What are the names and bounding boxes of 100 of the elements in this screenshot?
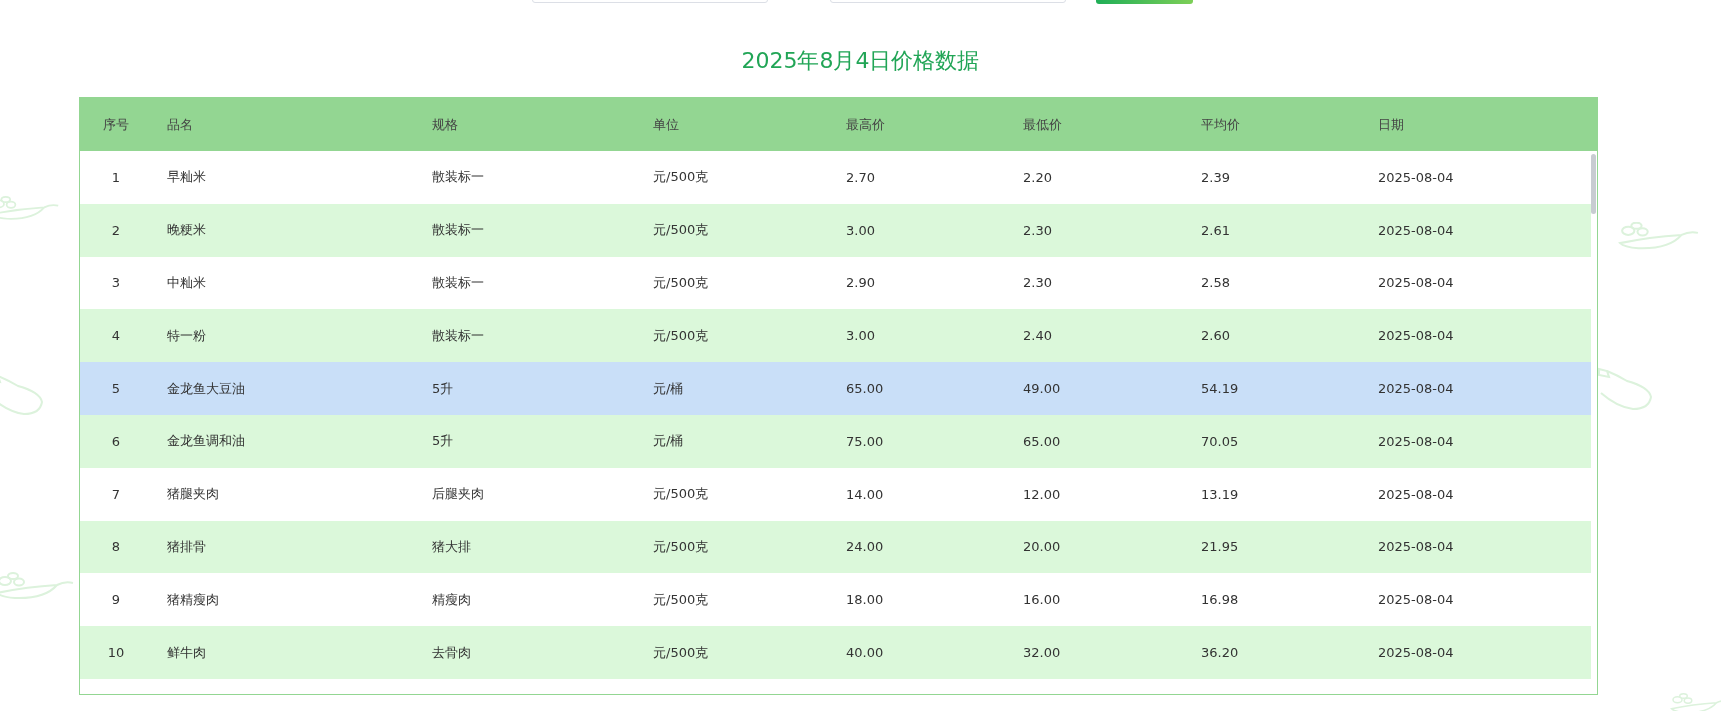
table-cell: 2025-08-04: [1378, 169, 1454, 185]
column-header: 序号: [103, 116, 129, 132]
table-cell: 4: [111, 328, 121, 344]
table-cell: 元/桶: [653, 433, 684, 449]
table-cell: 65.00: [846, 381, 884, 397]
table-cell: 9: [111, 592, 121, 608]
table-cell: 猪腿夹肉: [167, 486, 219, 502]
table-cell: 16.00: [1023, 592, 1061, 608]
table-cell: 21.95: [1201, 539, 1239, 555]
table-cell: 75.00: [846, 433, 884, 449]
table-cell: 去骨肉: [432, 644, 471, 660]
table-cell: 24.00: [846, 539, 884, 555]
table-cell: 中籼米: [167, 275, 206, 290]
table-cell: 晚粳米: [167, 222, 206, 238]
table-cell: 元/500克: [653, 275, 709, 290]
table-cell: 6: [111, 433, 121, 449]
table-cell: 精瘦肉: [432, 591, 471, 607]
table-row[interactable]: 4 特一粉 散装标一 元/500克 3.00 2.40 2.60 2025-08-04: [80, 309, 1591, 363]
table-cell: 3.00: [846, 222, 875, 238]
table-row[interactable]: 3 中籼米 散装标一 元/500克 2.90 2.30 2.58 2025-08-04: [80, 256, 1591, 310]
table-row[interactable]: 1 早籼米 散装标一 元/500克 2.70 2.20 2.39 2025-08-04: [80, 151, 1591, 204]
table-cell: 元/500克: [653, 222, 709, 238]
table-cell: 2025-08-04: [1378, 381, 1454, 397]
table-cell: 32.00: [1023, 645, 1061, 661]
table-cell: 金龙鱼调和油: [167, 433, 245, 449]
table-cell: 2025-08-04: [1378, 222, 1454, 238]
table-cell: 2025-08-04: [1378, 275, 1454, 291]
table-cell: 36.20: [1201, 645, 1239, 661]
column-header: 最低价: [1023, 116, 1062, 132]
table-cell: 特一粉: [167, 327, 206, 343]
table-cell: 2.90: [846, 275, 875, 291]
table-cell: 2: [111, 222, 121, 238]
table-cell: 2.60: [1201, 328, 1230, 344]
table-cell: 散装标一: [432, 222, 484, 238]
table-cell: 2.20: [1023, 169, 1052, 185]
pea-pod-drawing: [1670, 693, 1721, 711]
table-cell: 散装标一: [432, 327, 484, 343]
table-cell: 18.00: [846, 592, 884, 608]
table-row[interactable]: 10 鲜牛肉 去骨肉 元/500克 40.00 32.00 36.20 2025-08-04: [80, 626, 1591, 679]
table-cell: 10: [107, 645, 125, 661]
table-cell: 鲜牛肉: [167, 644, 206, 660]
table-cell: 40.00: [846, 645, 884, 661]
table-cell: 猪大排: [432, 538, 471, 554]
table-cell: 2025-08-04: [1378, 328, 1454, 344]
table-cell: 2.61: [1201, 222, 1230, 238]
table-cell: 散装标一: [432, 169, 484, 185]
column-header: 品名: [167, 116, 193, 132]
table-cell: 猪排骨: [167, 538, 206, 554]
table-cell: 元/500克: [653, 327, 709, 343]
table-cell: 元/500克: [653, 644, 709, 660]
pea-pod-drawing: [0, 196, 60, 220]
table-cell: 2.30: [1023, 222, 1052, 238]
table-cell: 2.70: [846, 169, 875, 185]
table-cell: 65.00: [1023, 433, 1061, 449]
table-row[interactable]: 5 金龙鱼大豆油 5升 元/桶 65.00 49.00 54.19 2025-08-04: [80, 362, 1591, 415]
table-cell: 14.00: [846, 486, 884, 502]
table-row[interactable]: 7 猪腿夹肉 后腿夹肉 元/500克 14.00 12.00 13.19 2025-08-04: [80, 467, 1591, 521]
table-row[interactable]: 9 猪精瘦肉 精瘦肉 元/500克 18.00 16.00 16.98 2025-08-04: [80, 573, 1591, 627]
table-row[interactable]: 8 猪排骨 猪大排 元/500克 24.00 20.00 21.95 2025-08-04: [80, 520, 1591, 574]
column-header: 日期: [1378, 116, 1404, 132]
table-cell: 13.19: [1201, 486, 1239, 502]
table-cell: 2.40: [1023, 328, 1052, 344]
table-cell: 后腿夹肉: [432, 486, 484, 502]
table-cell: 5升: [432, 380, 454, 396]
table-cell: 金龙鱼大豆油: [167, 380, 245, 396]
table-cell: 元/桶: [653, 380, 684, 396]
table-cell: 3.00: [846, 328, 875, 344]
scrollbar-thumb[interactable]: [1591, 154, 1596, 214]
table-cell: 8: [111, 539, 121, 555]
table-cell: 70.05: [1201, 433, 1239, 449]
table-cell: 2025-08-04: [1378, 592, 1454, 608]
table-cell: 猪精瘦肉: [167, 591, 219, 607]
table-cell: 早籼米: [167, 169, 206, 185]
table-cell: 12.00: [1023, 486, 1061, 502]
table-cell: 16.98: [1201, 592, 1239, 608]
table-cell: 2025-08-04: [1378, 433, 1454, 449]
table-title: 2025年8月4日价格数据: [740, 47, 981, 75]
table-cell: 20.00: [1023, 539, 1061, 555]
column-header: 单位: [653, 116, 679, 132]
column-header: 最高价: [846, 116, 885, 132]
table-cell: 1: [111, 169, 121, 185]
table-cell: 元/500克: [653, 538, 709, 554]
column-header: 规格: [432, 116, 458, 132]
table-cell: 2.58: [1201, 275, 1230, 291]
table-cell: 元/500克: [653, 591, 709, 607]
table-row[interactable]: 2 晚粳米 散装标一 元/500克 3.00 2.30 2.61 2025-08-04: [80, 203, 1591, 257]
column-header: 平均价: [1201, 116, 1240, 132]
table-cell: 元/500克: [653, 169, 709, 185]
eggplant-drawing: [0, 373, 43, 415]
table-row[interactable]: 6 金龙鱼调和油 5升 元/桶 75.00 65.00 70.05 2025-08-04: [80, 415, 1591, 468]
table-cell: 54.19: [1201, 381, 1239, 397]
table-cell: 元/500克: [653, 486, 709, 502]
table-cell: 5: [111, 381, 121, 397]
table-cell: 2025-08-04: [1378, 645, 1454, 661]
eggplant-drawing: [1598, 368, 1652, 410]
table-cell: 2.39: [1201, 169, 1230, 185]
table-cell: 5升: [432, 433, 454, 449]
table-cell: 49.00: [1023, 381, 1061, 397]
table-cell: 2025-08-04: [1378, 486, 1454, 502]
table-cell: 2.30: [1023, 275, 1052, 291]
